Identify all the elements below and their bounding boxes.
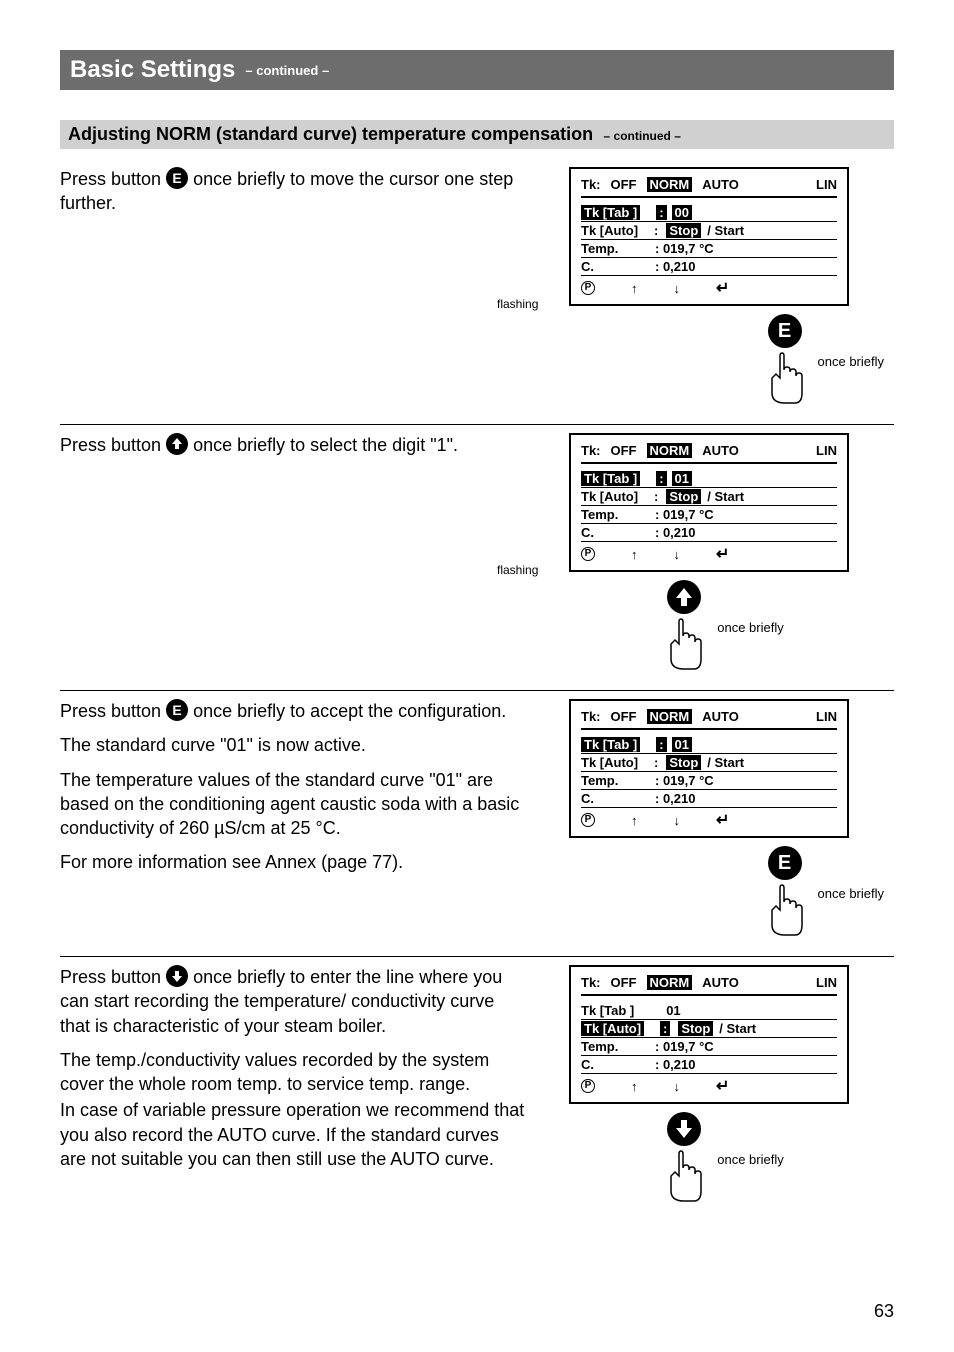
enter-icon — [716, 278, 729, 298]
lcd-softkey-row: P — [581, 1074, 837, 1096]
arrow-down-icon — [674, 281, 681, 296]
up-button-icon — [166, 433, 188, 455]
step-extra-text: For more information see Annex (page 77)… — [60, 850, 529, 874]
step-illustration: flashing Tk: OFF NORM AUTO LIN Tk [Tab ]… — [549, 433, 894, 674]
lcd-c-row: C.: 0,210 — [581, 1056, 837, 1074]
enter-icon — [716, 810, 729, 830]
arrow-down-icon — [674, 1079, 681, 1094]
down-button — [667, 1112, 701, 1146]
arrow-up-icon — [631, 813, 638, 828]
page-number: 63 — [874, 1301, 894, 1322]
e-button: E — [768, 846, 802, 880]
lcd-softkey-row: P — [581, 276, 837, 298]
once-briefly-label: once briefly — [717, 1152, 783, 1167]
p-icon: P — [581, 1079, 595, 1093]
once-briefly-label: once briefly — [818, 354, 884, 369]
lcd-tk-auto-row: Tk [Auto]:Stop/ Start — [581, 1020, 837, 1038]
once-briefly-label: once briefly — [717, 620, 783, 635]
lcd-display: Tk: OFF NORM AUTO LIN Tk [Tab ]:00 Tk [A… — [569, 167, 849, 306]
enter-icon — [716, 544, 729, 564]
hand-icon — [760, 348, 810, 408]
arrow-down-icon — [674, 547, 681, 562]
once-briefly-label: once briefly — [818, 886, 884, 901]
step-text: Press button E once briefly to move the … — [60, 167, 529, 226]
step-illustration: Tk: OFF NORM AUTO LIN Tk [Tab ]:01 Tk [A… — [549, 699, 894, 940]
down-button-icon — [166, 965, 188, 987]
step-text: Press button E once briefly to accept th… — [60, 699, 529, 885]
lcd-display: Tk: OFF NORM AUTO LIN Tk [Tab ]01 Tk [Au… — [569, 965, 849, 1104]
e-button-icon: E — [166, 167, 188, 189]
flashing-label: flashing — [497, 563, 538, 577]
page-title-continued: – continued – — [245, 63, 329, 78]
p-icon: P — [581, 547, 595, 561]
lcd-temp-row: Temp.: 019,7 °C — [581, 1038, 837, 1056]
lcd-softkey-row: P — [581, 542, 837, 564]
lcd-temp-row: Temp.: 019,7 °C — [581, 772, 837, 790]
instruction-step: Press button once briefly to select the … — [60, 425, 894, 691]
lcd-mode-row: Tk: OFF NORM AUTO LIN — [581, 709, 837, 724]
arrow-up-icon — [631, 281, 638, 296]
lcd-mode-row: Tk: OFF NORM AUTO LIN — [581, 975, 837, 990]
page-title: Basic Settings — [70, 56, 235, 84]
lcd-softkey-row: P — [581, 808, 837, 830]
instruction-step: Press button E once briefly to accept th… — [60, 691, 894, 957]
step-extra-text: In case of variable pressure operation w… — [60, 1098, 529, 1171]
lcd-tk-auto-row: Tk [Auto]:Stop/ Start — [581, 488, 837, 506]
step-extra-text: The temp./conductivity values recorded b… — [60, 1048, 529, 1097]
lcd-c-row: C.: 0,210 — [581, 258, 837, 276]
arrow-up-icon — [631, 547, 638, 562]
lcd-mode-row: Tk: OFF NORM AUTO LIN — [581, 177, 837, 192]
step-text: Press button once briefly to enter the l… — [60, 965, 529, 1173]
lcd-display: Tk: OFF NORM AUTO LIN Tk [Tab ]:01 Tk [A… — [569, 699, 849, 838]
enter-icon — [716, 1076, 729, 1096]
lcd-temp-row: Temp.: 019,7 °C — [581, 240, 837, 258]
lcd-temp-row: Temp.: 019,7 °C — [581, 506, 837, 524]
press-gesture: E once briefly — [549, 314, 894, 408]
step-text: Press button once briefly to select the … — [60, 433, 529, 467]
up-button — [667, 580, 701, 614]
step-illustration: Tk: OFF NORM AUTO LIN Tk [Tab ]01 Tk [Au… — [549, 965, 894, 1206]
lcd-tk-tab-row: Tk [Tab ]01 — [581, 1002, 837, 1020]
lcd-c-row: C.: 0,210 — [581, 524, 837, 542]
press-gesture: once briefly — [549, 1112, 894, 1206]
e-button-icon: E — [166, 699, 188, 721]
arrow-down-icon — [674, 813, 681, 828]
lcd-tk-tab-row: Tk [Tab ]:00 — [581, 204, 837, 222]
page-title-bar: Basic Settings – continued – — [60, 50, 894, 90]
instruction-step: Press button E once briefly to move the … — [60, 159, 894, 425]
p-icon: P — [581, 281, 595, 295]
hand-icon — [659, 614, 709, 674]
p-icon: P — [581, 813, 595, 827]
lcd-tk-tab-row: Tk [Tab ]:01 — [581, 736, 837, 754]
lcd-c-row: C.: 0,210 — [581, 790, 837, 808]
press-gesture: E once briefly — [549, 846, 894, 940]
press-gesture: once briefly — [549, 580, 894, 674]
e-button: E — [768, 314, 802, 348]
instruction-step: Press button once briefly to enter the l… — [60, 957, 894, 1222]
lcd-display: Tk: OFF NORM AUTO LIN Tk [Tab ]:01 Tk [A… — [569, 433, 849, 572]
section-subtitle: Adjusting NORM (standard curve) temperat… — [68, 124, 593, 144]
step-extra-text: The temperature values of the standard c… — [60, 768, 529, 841]
lcd-tk-tab-row: Tk [Tab ]:01 — [581, 470, 837, 488]
flashing-label: flashing — [497, 297, 538, 311]
hand-icon — [659, 1146, 709, 1206]
section-subtitle-continued: – continued – — [604, 129, 681, 143]
step-extra-text: The standard curve "01" is now active. — [60, 733, 529, 757]
lcd-mode-row: Tk: OFF NORM AUTO LIN — [581, 443, 837, 458]
lcd-tk-auto-row: Tk [Auto]:Stop/ Start — [581, 222, 837, 240]
lcd-tk-auto-row: Tk [Auto]:Stop/ Start — [581, 754, 837, 772]
step-illustration: flashing Tk: OFF NORM AUTO LIN Tk [Tab ]… — [549, 167, 894, 408]
arrow-up-icon — [631, 1079, 638, 1094]
section-subtitle-bar: Adjusting NORM (standard curve) temperat… — [60, 120, 894, 149]
hand-icon — [760, 880, 810, 940]
